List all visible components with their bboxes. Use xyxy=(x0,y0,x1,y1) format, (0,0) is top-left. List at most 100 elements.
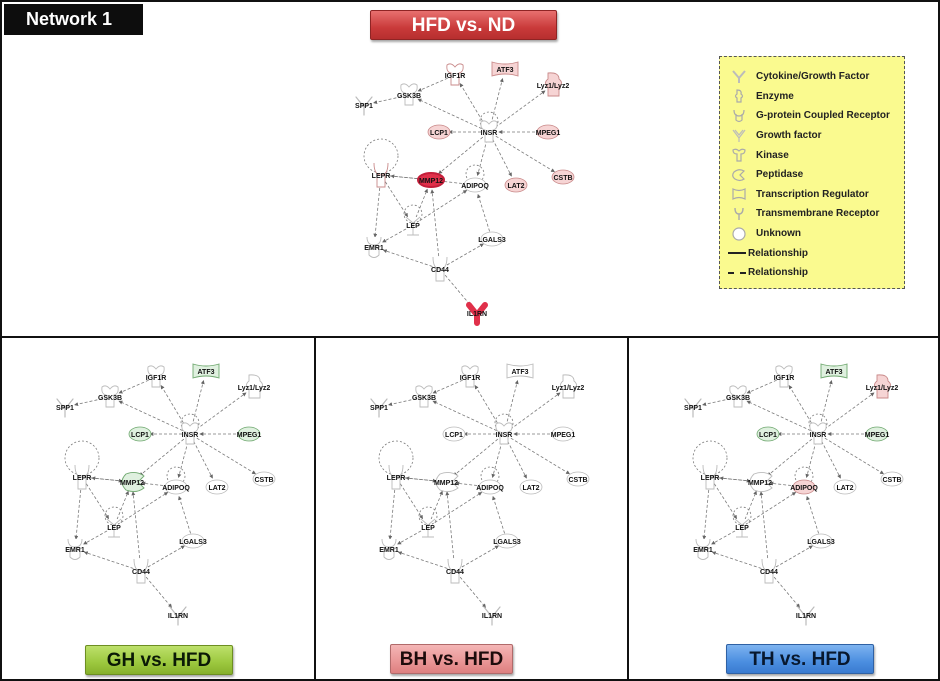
node-il1rn[interactable]: IL1RN xyxy=(482,606,502,626)
edge-lgals3-to-adipoq xyxy=(178,495,191,534)
edge-lepr-to-lep xyxy=(85,483,109,520)
node-label: IGF1R xyxy=(460,375,481,382)
node-label: EMR1 xyxy=(364,245,384,252)
node-emr1[interactable]: EMR1 xyxy=(364,236,384,258)
node-lcp1[interactable]: LCP1 xyxy=(756,426,780,442)
node-label: INSR xyxy=(481,130,498,137)
node-spp1[interactable]: SPP1 xyxy=(56,398,74,418)
node-cd44[interactable]: CD44 xyxy=(760,558,778,584)
legend-label: Cytokine/Growth Factor xyxy=(756,71,870,83)
node-igf1r[interactable]: IGF1R xyxy=(146,365,167,388)
node-lcp1[interactable]: LCP1 xyxy=(427,124,451,140)
node-emr1[interactable]: EMR1 xyxy=(65,538,85,560)
node-mmp12[interactable]: MMP12 xyxy=(434,471,459,493)
edge-insr-to-mmp12 xyxy=(438,136,484,175)
node-lep[interactable]: LEP xyxy=(734,518,750,538)
node-cd44[interactable]: CD44 xyxy=(132,558,150,584)
node-adipoq[interactable]: ADIPOQ xyxy=(790,479,818,495)
node-spp1[interactable]: SPP1 xyxy=(355,96,373,116)
node-il1rn[interactable]: IL1RN xyxy=(466,302,488,326)
node-cstb[interactable]: CSTB xyxy=(551,169,575,185)
node-gsk3b[interactable]: GSK3B xyxy=(412,385,436,408)
node-mmp12[interactable]: MMP12 xyxy=(120,471,145,493)
edge-cd44-to-mmp12 xyxy=(445,491,455,564)
node-label: IL1RN xyxy=(168,613,188,620)
node-spp1[interactable]: SPP1 xyxy=(370,398,388,418)
node-label: MMP12 xyxy=(419,178,443,185)
edge-cd44-to-lgals3 xyxy=(147,545,185,568)
node-igf1r[interactable]: IGF1R xyxy=(460,365,481,388)
node-igf1r[interactable]: IGF1R xyxy=(445,63,466,86)
node-insr[interactable]: INSR xyxy=(495,422,513,445)
node-insr[interactable]: INSR xyxy=(181,422,199,445)
node-label: LGALS3 xyxy=(179,539,207,546)
edge-lep-to-emr1 xyxy=(397,530,422,545)
edge-insr-to-igf1r xyxy=(160,385,187,428)
edge-insr-to-atf3 xyxy=(819,380,833,427)
node-il1rn[interactable]: IL1RN xyxy=(168,606,188,626)
node-insr[interactable]: INSR xyxy=(809,422,827,445)
node-lyz1-lyz2[interactable]: Lyz1/Lyz2 xyxy=(552,374,585,399)
node-cd44[interactable]: CD44 xyxy=(431,256,449,282)
node-label: Lyz1/Lyz2 xyxy=(552,385,585,392)
node-mmp12[interactable]: MMP12 xyxy=(417,172,445,188)
node-label: SPP1 xyxy=(684,405,702,412)
node-igf1r[interactable]: IGF1R xyxy=(774,365,795,388)
node-emr1[interactable]: EMR1 xyxy=(693,538,713,560)
node-cstb[interactable]: CSTB xyxy=(880,471,904,487)
node-adipoq[interactable]: ADIPOQ xyxy=(461,177,489,193)
node-atf3[interactable]: ATF3 xyxy=(506,363,534,379)
node-lcp1[interactable]: LCP1 xyxy=(128,426,152,442)
node-spp1[interactable]: SPP1 xyxy=(684,398,702,418)
node-lep[interactable]: LEP xyxy=(420,518,436,538)
edge-igf1r-to-gsk3b xyxy=(417,77,448,92)
node-mpeg1[interactable]: MPEG1 xyxy=(237,426,262,442)
node-atf3[interactable]: ATF3 xyxy=(491,61,519,77)
node-gsk3b[interactable]: GSK3B xyxy=(98,385,122,408)
node-lepr[interactable]: LEPR xyxy=(73,464,92,490)
node-gsk3b[interactable]: GSK3B xyxy=(726,385,750,408)
legend-label: Kinase xyxy=(756,149,789,161)
node-lcp1[interactable]: LCP1 xyxy=(442,426,466,442)
edge-insr-to-cstb xyxy=(196,437,257,475)
node-lepr[interactable]: LEPR xyxy=(372,162,391,188)
node-lgals3[interactable]: LGALS3 xyxy=(807,533,835,549)
node-lepr[interactable]: LEPR xyxy=(701,464,720,490)
node-lat2[interactable]: LAT2 xyxy=(205,479,229,495)
node-label: LEP xyxy=(107,525,121,532)
node-adipoq[interactable]: ADIPOQ xyxy=(476,479,504,495)
node-lyz1-lyz2[interactable]: Lyz1/Lyz2 xyxy=(238,374,271,399)
node-lyz1-lyz2[interactable]: Lyz1/Lyz2 xyxy=(537,72,570,97)
node-label: LCP1 xyxy=(131,432,149,439)
node-mpeg1[interactable]: MPEG1 xyxy=(536,124,561,140)
node-atf3[interactable]: ATF3 xyxy=(192,363,220,379)
node-lgals3[interactable]: LGALS3 xyxy=(478,231,506,247)
node-il1rn[interactable]: IL1RN xyxy=(796,606,816,626)
node-gsk3b[interactable]: GSK3B xyxy=(397,83,421,106)
node-lat2[interactable]: LAT2 xyxy=(833,479,857,495)
edge-lepr-to-emr1 xyxy=(702,484,710,540)
node-insr[interactable]: INSR xyxy=(480,120,498,143)
node-lat2[interactable]: LAT2 xyxy=(519,479,543,495)
edge-cd44-to-lgals3 xyxy=(446,243,484,266)
node-lgals3[interactable]: LGALS3 xyxy=(493,533,521,549)
node-lat2[interactable]: LAT2 xyxy=(504,177,528,193)
node-lgals3[interactable]: LGALS3 xyxy=(179,533,207,549)
node-mmp12[interactable]: MMP12 xyxy=(748,471,773,493)
node-lep[interactable]: LEP xyxy=(405,216,421,236)
node-lyz1-lyz2[interactable]: Lyz1/Lyz2 xyxy=(866,374,899,399)
kinase-icon xyxy=(726,148,752,162)
node-cd44[interactable]: CD44 xyxy=(446,558,464,584)
node-lepr[interactable]: LEPR xyxy=(387,464,406,490)
node-lep[interactable]: LEP xyxy=(106,518,122,538)
node-cstb[interactable]: CSTB xyxy=(252,471,276,487)
node-atf3[interactable]: ATF3 xyxy=(820,363,848,379)
node-mpeg1[interactable]: MPEG1 xyxy=(865,426,890,442)
node-label: GSK3B xyxy=(412,395,436,402)
node-adipoq[interactable]: ADIPOQ xyxy=(162,479,190,495)
node-emr1[interactable]: EMR1 xyxy=(379,538,399,560)
node-mpeg1[interactable]: MPEG1 xyxy=(551,426,576,442)
node-cstb[interactable]: CSTB xyxy=(566,471,590,487)
legend: Cytokine/Growth Factor Enzyme G-protein … xyxy=(719,56,905,289)
edge-insr-to-lyz1-lyz2 xyxy=(824,392,875,430)
